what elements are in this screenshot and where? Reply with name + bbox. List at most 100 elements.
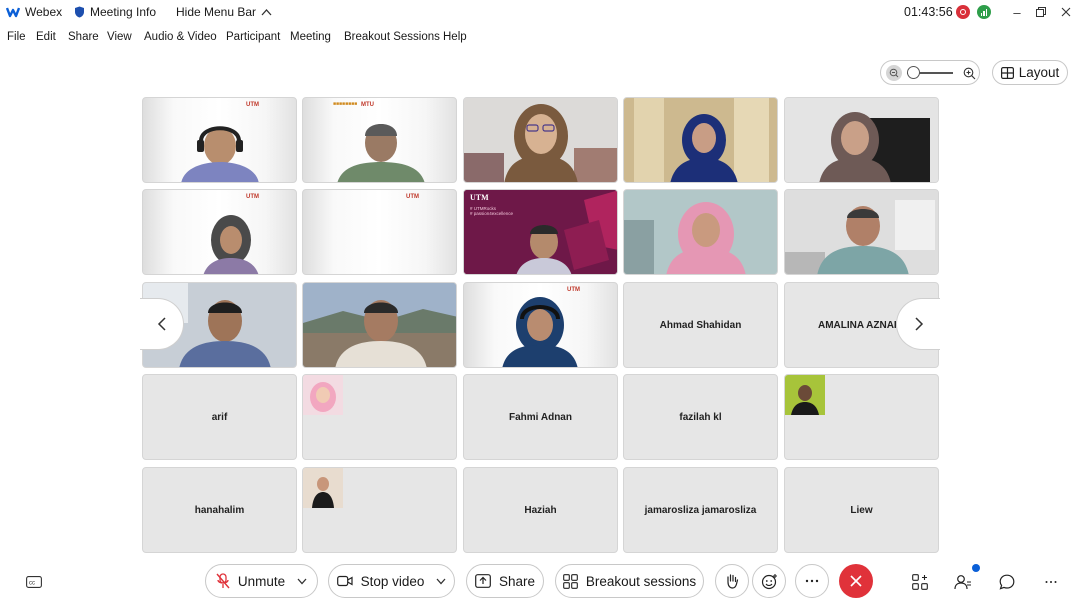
video-tile[interactable] [302, 282, 457, 368]
svg-text:# passion4excellence: # passion4excellence [470, 211, 514, 216]
video-tile[interactable]: UTM # UTMRocks # passion4excellence [463, 189, 618, 275]
raise-hand-icon [725, 573, 739, 589]
participant-tile[interactable]: jamarosliza jamarosliza [623, 467, 778, 553]
meeting-info-button[interactable]: Meeting Info [74, 5, 156, 19]
video-tile[interactable] [784, 97, 939, 183]
webex-logo-icon [6, 6, 20, 18]
menu-participant[interactable]: Participant [226, 31, 280, 43]
chat-icon[interactable] [997, 572, 1017, 592]
participant-name: fazilah kl [679, 411, 722, 423]
microphone-muted-icon [216, 573, 230, 589]
close-window-icon[interactable] [1055, 2, 1077, 22]
menu-view[interactable]: View [107, 31, 132, 43]
svg-text:cc: cc [29, 581, 35, 587]
svg-text:UTM: UTM [470, 193, 489, 202]
breakout-sessions-button[interactable]: Breakout sessions [555, 564, 704, 598]
video-tile[interactable]: ■■■■■■■■ MTU [302, 97, 457, 183]
video-tile[interactable] [463, 97, 618, 183]
svg-text:UTM: UTM [246, 194, 259, 200]
recording-icon [956, 5, 970, 19]
breakout-sessions-label: Breakout sessions [585, 573, 697, 589]
menu-help[interactable]: Help [443, 31, 467, 43]
chevron-down-icon[interactable] [297, 578, 307, 585]
hide-menu-bar-button[interactable]: Hide Menu Bar [176, 5, 272, 19]
participant-tile[interactable]: Haziah [463, 467, 618, 553]
participant-name: jamarosliza jamarosliza [644, 504, 757, 516]
participant-tile[interactable]: hanahalim [142, 467, 297, 553]
apps-icon[interactable] [910, 572, 930, 592]
video-tile[interactable]: UTM [142, 97, 297, 183]
participant-tile[interactable]: Ahmad Shahidan [623, 282, 778, 368]
app-brand: Webex [6, 5, 62, 19]
participant-name: Ahmad Shahidan [659, 319, 742, 331]
meeting-info-label: Meeting Info [90, 5, 157, 19]
svg-text:UTM: UTM [567, 287, 580, 293]
zoom-slider-thumb[interactable] [907, 66, 920, 79]
zoom-out-icon[interactable] [886, 65, 902, 81]
participant-name: AMALINA AZNAI [818, 319, 897, 331]
utm-badge: UTM [246, 102, 259, 108]
mtu-badge: MTU [361, 102, 374, 108]
participant-tile[interactable] [784, 374, 939, 460]
zoom-control [880, 60, 980, 85]
video-tile[interactable] [623, 97, 778, 183]
close-icon [850, 575, 862, 587]
more-options-button[interactable] [795, 564, 829, 598]
video-tile[interactable]: UTM [463, 282, 618, 368]
unmute-label: Unmute [237, 573, 286, 589]
video-tile[interactable]: UTM [302, 189, 457, 275]
emoji-reaction-icon [761, 573, 778, 590]
menu-audio-video[interactable]: Audio & Video [144, 31, 217, 43]
menu-file[interactable]: File [7, 31, 26, 43]
title-bar: Webex Meeting Info Hide Menu Bar 01:43:5… [0, 0, 1080, 26]
menu-share[interactable]: Share [68, 31, 99, 43]
layout-button[interactable]: Layout [992, 60, 1068, 85]
participant-tile[interactable] [302, 467, 457, 553]
chevron-right-icon [914, 317, 924, 331]
leave-meeting-button[interactable] [839, 564, 873, 598]
shield-icon [74, 6, 85, 18]
participant-tile[interactable]: Fahmi Adnan [463, 374, 618, 460]
stop-video-button[interactable]: Stop video [328, 564, 455, 598]
closed-captions-icon[interactable]: cc [24, 572, 44, 592]
hide-menu-label: Hide Menu Bar [176, 5, 257, 19]
svg-text:UTM: UTM [406, 194, 419, 200]
participant-tile[interactable] [302, 374, 457, 460]
participant-tile[interactable]: Liew [784, 467, 939, 553]
network-health-icon[interactable] [977, 5, 991, 19]
breakout-grid-icon [562, 573, 578, 589]
reactions-button[interactable] [752, 564, 786, 598]
more-panels-icon[interactable] [1041, 572, 1061, 592]
minimize-icon[interactable]: – [1006, 2, 1028, 22]
chevron-down-icon[interactable] [436, 578, 446, 585]
svg-text:■■■■■■■■: ■■■■■■■■ [333, 101, 357, 107]
layout-label: Layout [1018, 65, 1060, 80]
next-page-button[interactable] [896, 298, 940, 350]
share-label: Share [498, 573, 536, 589]
unmute-button[interactable]: Unmute [205, 564, 318, 598]
video-tile[interactable]: UTM [142, 189, 297, 275]
video-camera-icon [336, 575, 353, 587]
participants-panel-icon[interactable] [953, 572, 973, 592]
participant-name: Liew [850, 504, 873, 516]
restore-window-icon[interactable] [1030, 2, 1052, 22]
menu-edit[interactable]: Edit [36, 31, 56, 43]
meeting-timer: 01:43:56 [904, 5, 953, 19]
menu-meeting[interactable]: Meeting [290, 31, 331, 43]
participant-tile[interactable]: arif [142, 374, 297, 460]
menu-breakout-sessions[interactable]: Breakout Sessions [344, 31, 440, 43]
share-button[interactable]: Share [466, 564, 544, 598]
zoom-in-icon[interactable] [961, 65, 977, 81]
more-horizontal-icon [805, 579, 819, 583]
avatar [785, 375, 882, 437]
chevron-left-icon [157, 317, 167, 331]
participant-tile[interactable]: fazilah kl [623, 374, 778, 460]
video-tile[interactable] [784, 189, 939, 275]
participant-name: arif [211, 411, 228, 423]
raise-hand-button[interactable] [715, 564, 749, 598]
video-tile[interactable] [623, 189, 778, 275]
layout-grid-icon [1000, 66, 1014, 79]
avatar [303, 375, 400, 437]
share-screen-icon [475, 574, 491, 588]
app-name: Webex [25, 5, 63, 19]
